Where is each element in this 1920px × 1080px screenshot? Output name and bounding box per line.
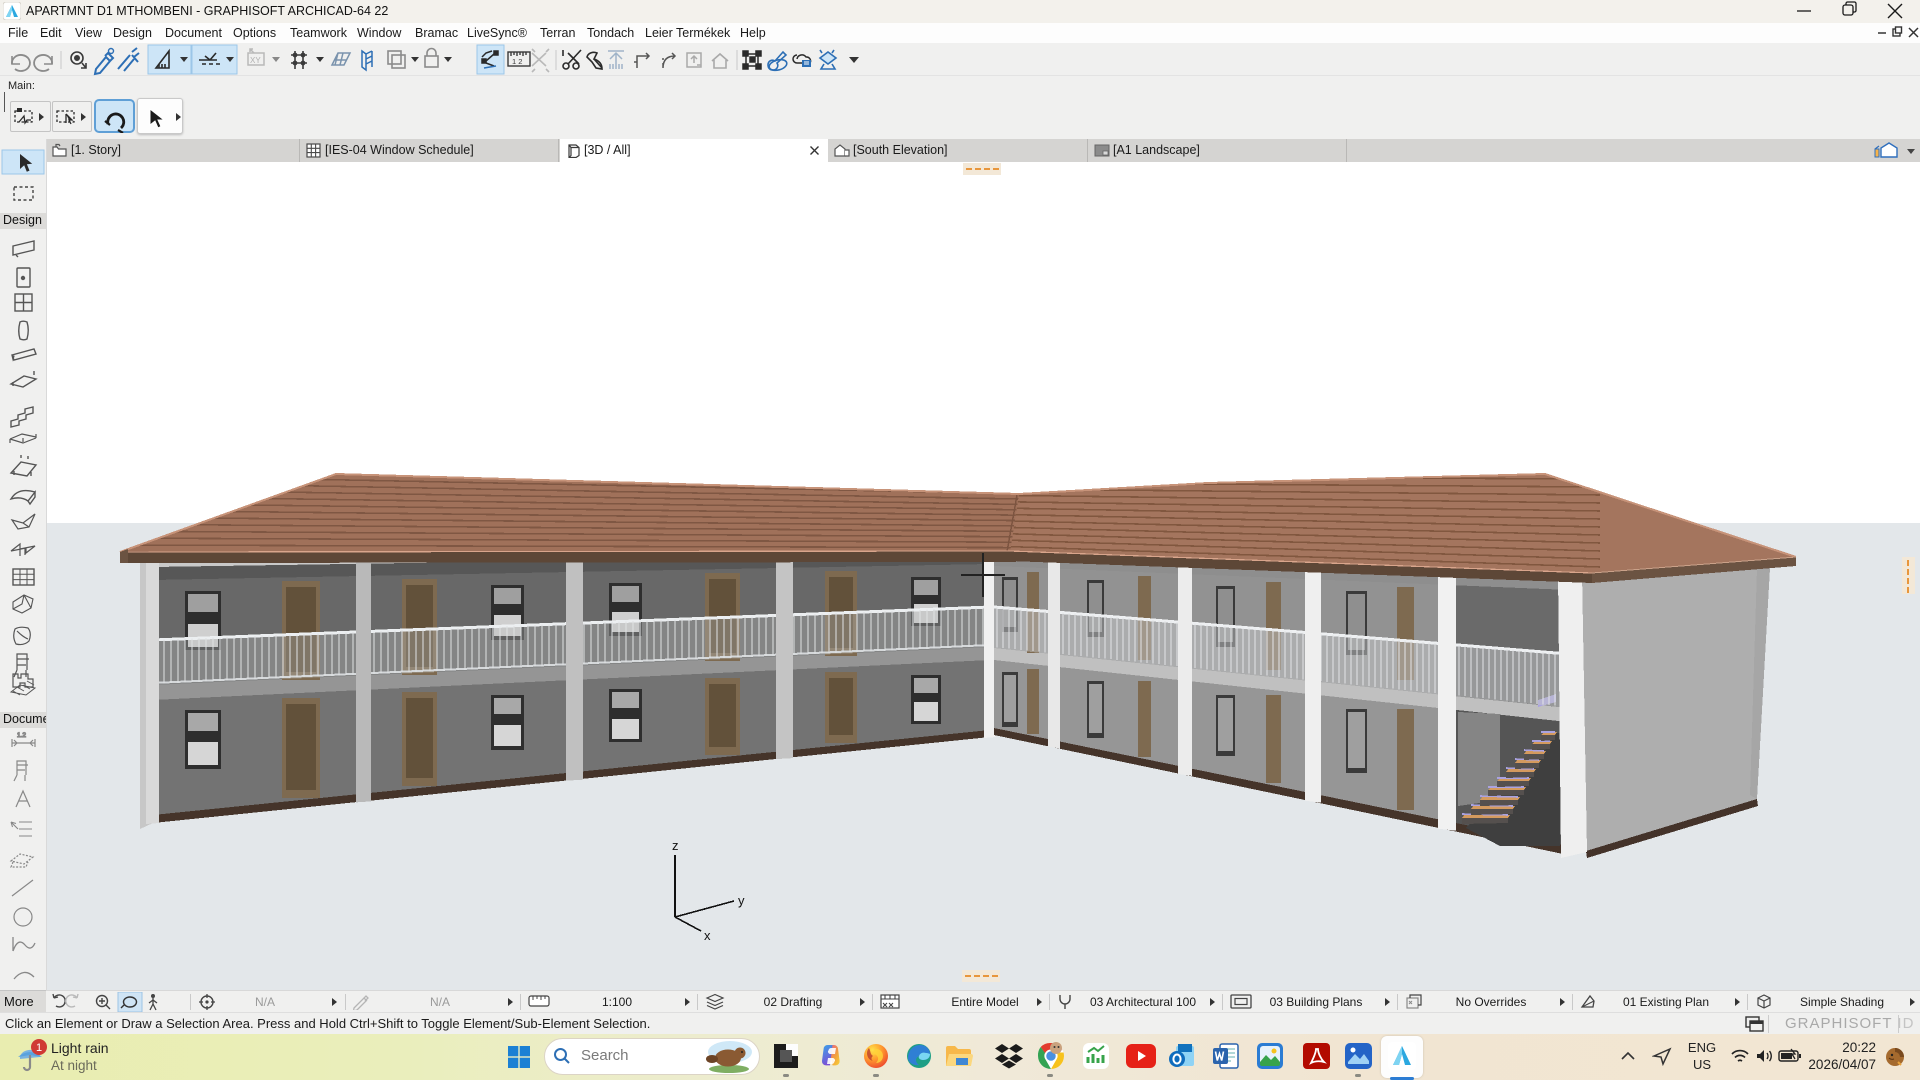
svg-text:1.2: 1.2 [17,732,26,739]
svg-text:z: z [672,838,679,853]
svg-text:1: 1 [36,1042,42,1054]
svg-text:x: x [704,928,711,943]
svg-text:1 2: 1 2 [512,57,522,66]
svg-text:y: y [738,893,745,908]
svg-text:XY: XY [250,56,261,65]
